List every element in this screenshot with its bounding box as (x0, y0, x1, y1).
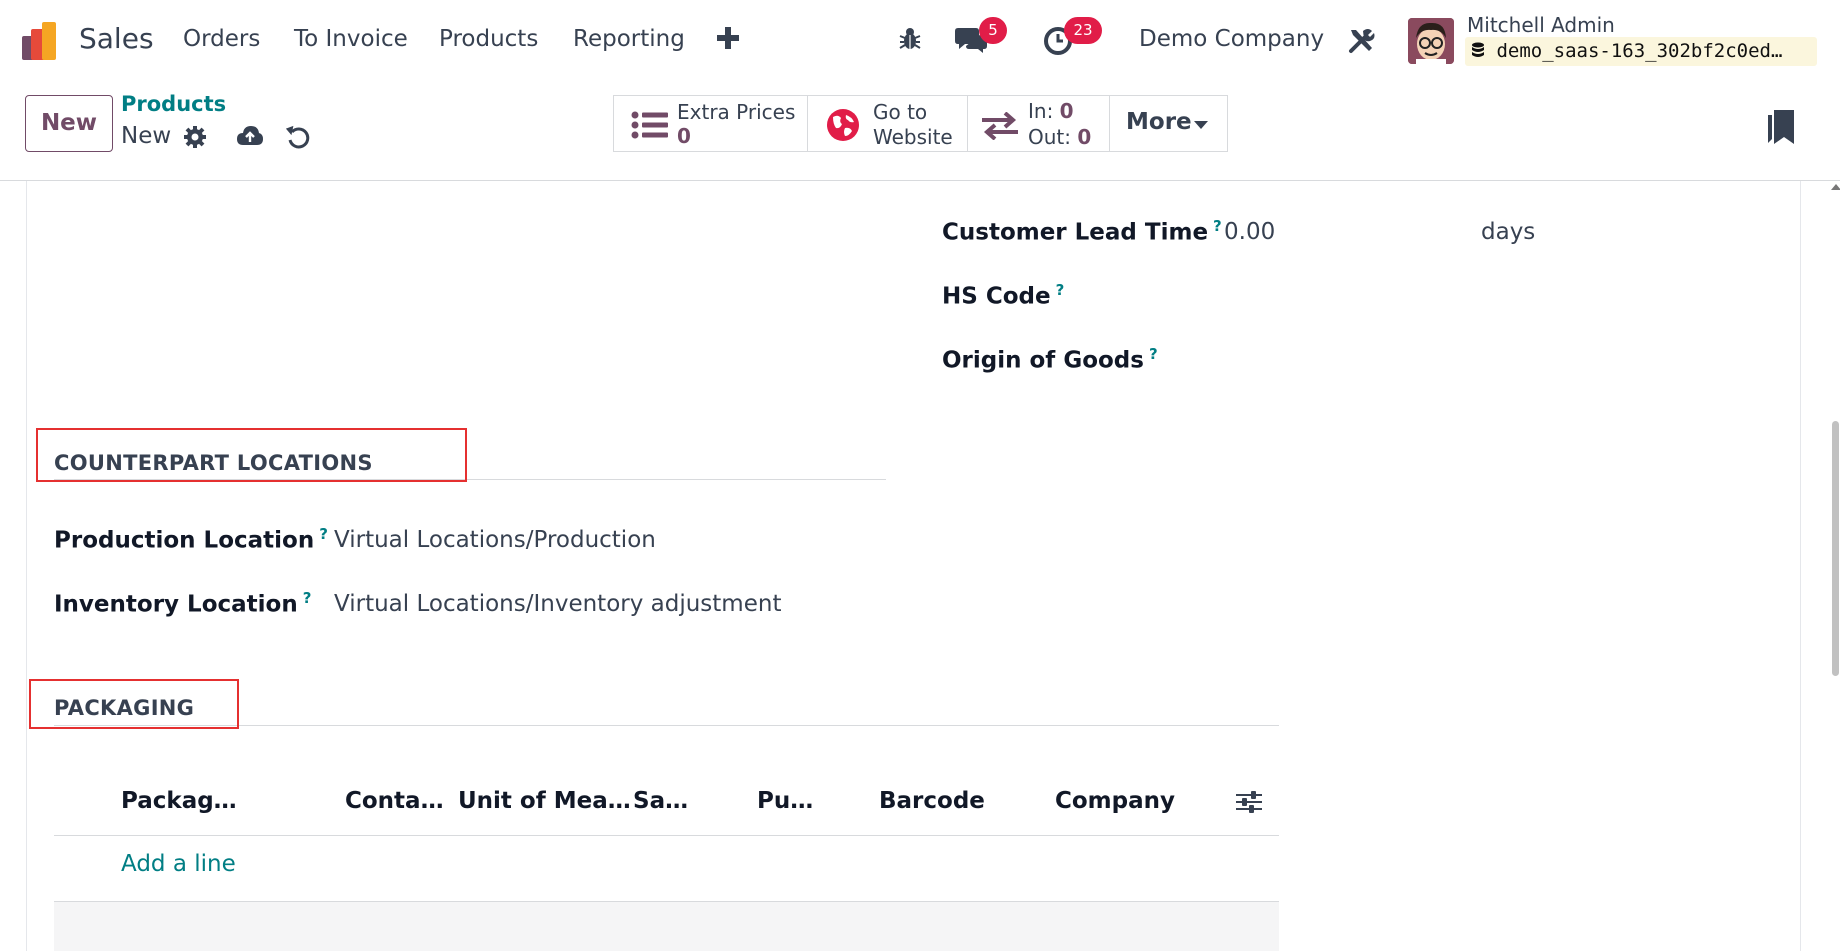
help-icon[interactable]: ? (1213, 217, 1222, 235)
origin-of-goods-label: Origin of Goods? (942, 345, 1158, 374)
production-location-field[interactable]: Virtual Locations/Production (334, 527, 656, 553)
column-sales[interactable]: Sa… (633, 788, 688, 814)
optional-columns-icon[interactable] (1236, 790, 1262, 814)
out-label: Out: (1028, 125, 1071, 149)
messages-badge: 5 (979, 17, 1007, 44)
sales-app-logo-icon[interactable] (22, 20, 64, 62)
origin-of-goods-select[interactable] (1224, 345, 1764, 375)
customer-lead-time-unit: days (1481, 219, 1536, 245)
in-count: In: 0 (1028, 99, 1074, 123)
discard-undo-icon[interactable] (286, 125, 310, 149)
out-value: 0 (1077, 125, 1092, 149)
help-icon[interactable]: ? (319, 525, 328, 543)
help-icon[interactable]: ? (1149, 345, 1158, 363)
hs-code-input[interactable] (1224, 281, 1764, 311)
extra-prices-button[interactable]: Extra Prices 0 (613, 95, 808, 152)
origin-of-goods-text: Origin of Goods (942, 347, 1144, 374)
highlight-box-packaging (29, 679, 239, 729)
new-button[interactable]: New (25, 95, 113, 152)
activities-badge: 23 (1064, 17, 1102, 44)
help-icon[interactable]: ? (303, 589, 312, 607)
settings-tools-icon[interactable] (1348, 27, 1375, 54)
table-footer (54, 901, 1279, 951)
database-icon (1472, 42, 1484, 57)
user-name[interactable]: Mitchell Admin (1467, 13, 1615, 37)
help-icon[interactable]: ? (1056, 281, 1065, 299)
column-contained-quantity[interactable]: Conta… (345, 788, 444, 814)
form-sheet: Customer Lead Time? 0.00 days HS Code? O… (0, 181, 1840, 951)
inventory-location-label: Inventory Location? (54, 589, 311, 618)
app-name[interactable]: Sales (79, 22, 154, 55)
hs-code-text: HS Code (942, 283, 1051, 310)
table-header-divider (54, 835, 1279, 836)
sheet-left-border (26, 181, 27, 951)
smart-buttons: Extra Prices 0 Go to Website In: 0 Out: … (613, 95, 1228, 152)
customer-lead-time-text: Customer Lead Time (942, 219, 1209, 246)
breadcrumb-current: New (121, 123, 172, 149)
hs-code-label: HS Code? (942, 281, 1064, 310)
breadcrumb-products[interactable]: Products (121, 92, 226, 116)
bug-icon[interactable] (898, 27, 922, 51)
inventory-location-field[interactable]: Virtual Locations/Inventory adjustment (334, 591, 781, 617)
website-label: Website (873, 125, 953, 149)
in-label: In: (1028, 99, 1054, 123)
production-location-label: Production Location? (54, 525, 328, 554)
exchange-arrows-icon (982, 112, 1018, 140)
more-label: More (1126, 109, 1192, 135)
column-unit-of-measure[interactable]: Unit of Mea… (458, 788, 631, 814)
list-icon (631, 111, 668, 139)
control-panel: New Products New Extra Prices 0 Go to We… (0, 80, 1840, 181)
menu-to-invoice[interactable]: To Invoice (294, 26, 408, 52)
customer-lead-time-input[interactable]: 0.00 (1224, 219, 1275, 245)
globe-icon (827, 109, 859, 141)
inventory-location-text: Inventory Location (54, 591, 298, 618)
scroll-up-arrow-icon[interactable] (1831, 184, 1840, 190)
column-company[interactable]: Company (1055, 788, 1175, 814)
gear-icon[interactable] (183, 125, 207, 149)
top-navbar: Sales Orders To Invoice Products Reporti… (0, 0, 1840, 80)
more-dropdown[interactable]: More (1109, 95, 1228, 152)
company-switcher[interactable]: Demo Company (1139, 26, 1324, 52)
extra-prices-value: 0 (677, 124, 691, 148)
plus-icon[interactable] (717, 27, 739, 49)
out-count: Out: 0 (1028, 125, 1091, 149)
bookmark-icon[interactable] (1768, 110, 1794, 144)
in-value: 0 (1059, 99, 1074, 123)
go-to-website-button[interactable]: Go to Website (807, 95, 968, 152)
database-name: demo_saas-163_302bf2c0ed… (1465, 37, 1817, 66)
in-out-button[interactable]: In: 0 Out: 0 (967, 95, 1110, 152)
menu-reporting[interactable]: Reporting (573, 26, 685, 52)
go-to-label: Go to (873, 100, 928, 124)
column-packaging[interactable]: Packag… (121, 788, 237, 814)
database-label: demo_saas-163_302bf2c0ed… (1496, 40, 1783, 62)
scrollbar-thumb[interactable] (1832, 421, 1839, 676)
caret-down-icon (1194, 121, 1208, 129)
highlight-box-counterpart (36, 428, 467, 482)
production-location-text: Production Location (54, 527, 315, 554)
column-purchase[interactable]: Pu… (757, 788, 813, 814)
menu-products[interactable]: Products (439, 26, 538, 52)
sheet-right-border (1800, 181, 1801, 951)
user-avatar[interactable] (1408, 18, 1454, 64)
extra-prices-label: Extra Prices (677, 100, 796, 124)
add-a-line-link[interactable]: Add a line (121, 851, 236, 877)
column-barcode[interactable]: Barcode (879, 788, 985, 814)
customer-lead-time-label: Customer Lead Time? (942, 217, 1222, 246)
cloud-upload-icon[interactable] (236, 125, 264, 147)
menu-orders[interactable]: Orders (183, 26, 260, 52)
